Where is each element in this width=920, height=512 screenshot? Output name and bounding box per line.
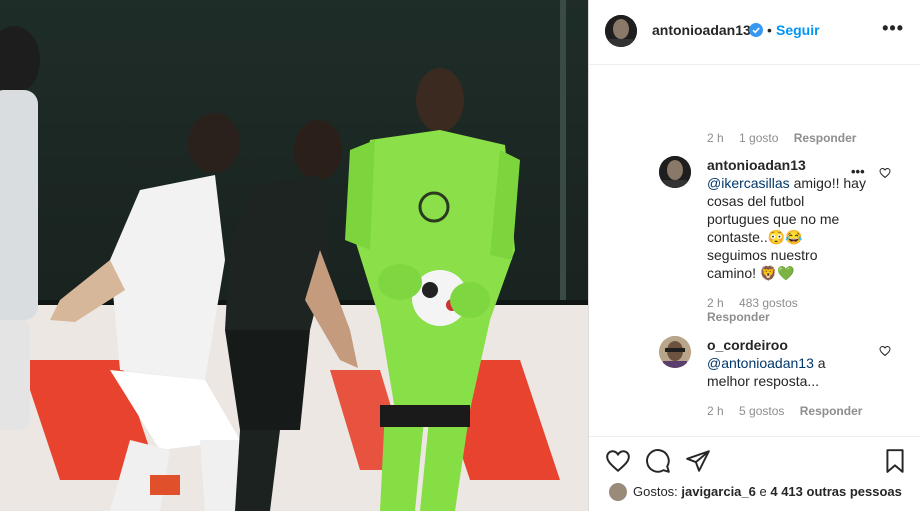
separator-dot: • — [767, 22, 772, 38]
post-photo[interactable] — [0, 0, 588, 511]
comment-bubble-icon[interactable] — [645, 448, 671, 474]
comment-text-line: camino! 🦁💚 — [707, 265, 795, 281]
comment-username[interactable]: o_cordeiroo — [707, 336, 877, 354]
comment-time: 2 h — [707, 131, 724, 145]
like-heart-icon[interactable] — [605, 448, 631, 474]
comment-likes[interactable]: 1 gosto — [739, 131, 778, 145]
comment-options-icon[interactable]: ••• — [851, 164, 865, 179]
reply-button[interactable]: Responder — [794, 131, 857, 145]
liker-username[interactable]: javigarcia_6 — [681, 484, 755, 499]
post-actions-bar: Gostos: javigarcia_6 e 4 413 outras pess… — [589, 436, 920, 512]
reply-button[interactable]: Responder — [707, 310, 770, 324]
like-comment-heart-icon[interactable] — [879, 166, 891, 179]
post-side-panel: antonioadan13 • Seguir ••• 2 h 1 gosto R… — [588, 0, 920, 511]
comment-likes[interactable]: 5 gostos — [739, 404, 784, 418]
comment-text-line: a — [817, 355, 826, 371]
comment-meta: Responder — [707, 310, 782, 324]
verified-badge-icon — [749, 23, 763, 37]
comment-username[interactable]: antonioadan13 — [707, 156, 867, 174]
reply-button[interactable]: Responder — [800, 404, 863, 418]
comment-mention[interactable]: @antonioadan13 — [707, 355, 814, 371]
post-header: antonioadan13 • Seguir ••• — [589, 0, 920, 65]
comment-time: 2 h — [707, 296, 724, 310]
comment: o_cordeiroo @antonioadan13 a melhor resp… — [707, 336, 877, 390]
comment: antonioadan13 @ikercasillas amigo!! hay … — [707, 156, 867, 282]
like-comment-heart-icon[interactable] — [879, 344, 891, 357]
comment-meta: 2 h 483 gostos — [707, 296, 810, 310]
likes-prefix: Gostos: — [633, 484, 678, 499]
comment-text-line: melhor resposta... — [707, 373, 820, 389]
likes-conjunction: e — [759, 484, 767, 499]
likes-summary: Gostos: javigarcia_6 e 4 413 outras pess… — [633, 484, 902, 499]
comment-text-line: seguimos nuestro — [707, 247, 818, 263]
comment-text-line: contaste..😳😂 — [707, 229, 803, 245]
comment-text-line: portugues que no me — [707, 211, 840, 227]
comment-meta: 2 h 1 gosto Responder — [707, 131, 868, 145]
comment-likes[interactable]: 483 gostos — [739, 296, 798, 310]
likes-others-count[interactable]: 4 413 outras pessoas — [770, 484, 902, 499]
author-avatar[interactable] — [605, 15, 637, 47]
comment-time: 2 h — [707, 404, 724, 418]
commenter-avatar[interactable] — [659, 156, 691, 188]
football-photo — [0, 0, 588, 511]
comment-text-line: cosas del futbol — [707, 193, 805, 209]
more-options-icon[interactable]: ••• — [882, 18, 904, 39]
save-bookmark-icon[interactable] — [882, 448, 908, 474]
comment-mention[interactable]: @ikercasillas — [707, 175, 790, 191]
author-username[interactable]: antonioadan13 — [652, 22, 751, 38]
follow-button[interactable]: Seguir — [776, 22, 820, 38]
share-paper-plane-icon[interactable] — [685, 448, 711, 474]
comment-meta: 2 h 5 gostos Responder — [707, 404, 874, 418]
liker-avatar[interactable] — [609, 483, 627, 501]
commenter-avatar[interactable] — [659, 336, 691, 368]
